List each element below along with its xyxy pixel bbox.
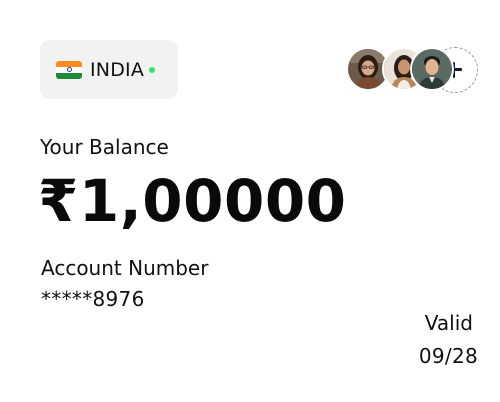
country-selector[interactable]: INDIA [40, 40, 178, 99]
validity-date: 09/28 [418, 344, 478, 368]
online-status-dot [149, 67, 156, 73]
india-flag-icon [56, 60, 82, 79]
balance-label: Your Balance [40, 135, 169, 159]
account-number-label: Account Number [41, 256, 209, 280]
balance-amount: ₹1,00000 [38, 167, 347, 235]
account-number-value: *****8976 [41, 287, 145, 311]
validity-label: Valid [424, 311, 473, 335]
avatar-man-1[interactable] [410, 47, 454, 91]
bank-card: INDIA Your Balance ₹1,00000 Account Numb… [0, 0, 500, 402]
member-avatars [346, 47, 480, 93]
country-name: INDIA [90, 58, 145, 81]
